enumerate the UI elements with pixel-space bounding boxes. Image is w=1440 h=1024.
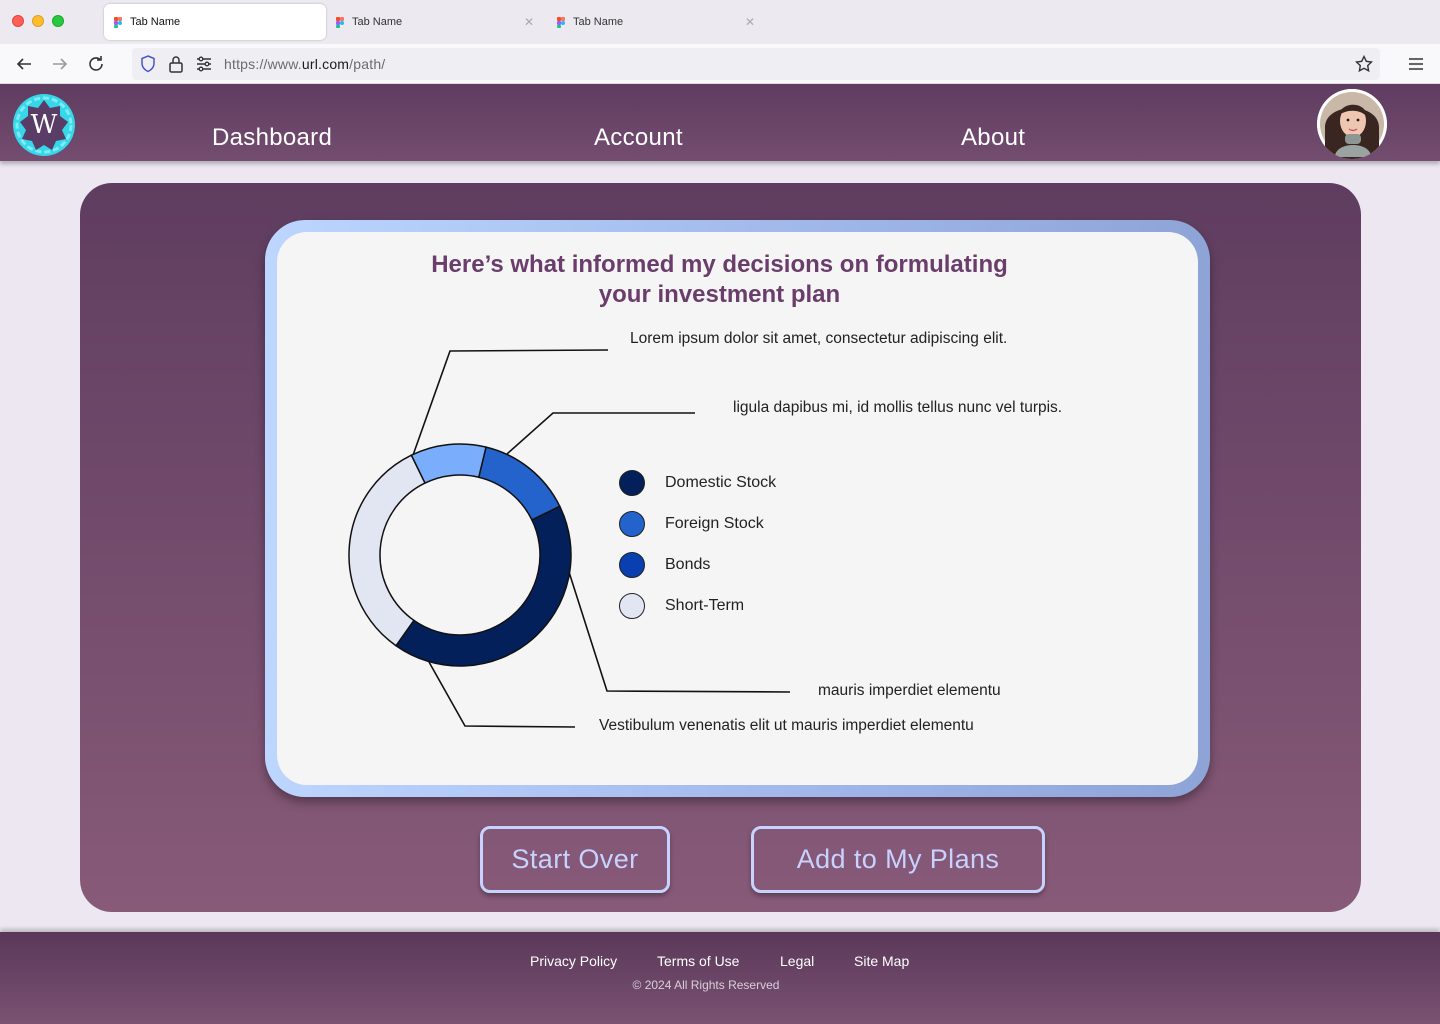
legend-item: Domestic Stock <box>619 470 776 496</box>
window-minimize-button[interactable] <box>32 15 44 27</box>
legend-swatch <box>619 552 645 578</box>
site-settings-icon[interactable] <box>194 54 214 74</box>
leader-line <box>428 661 576 728</box>
legend-label: Bonds <box>665 556 711 573</box>
legend-item: Bonds <box>619 552 710 578</box>
legend-label: Domestic Stock <box>665 474 777 491</box>
leader-line <box>568 571 791 693</box>
chart-card: Here’s what informed my decisions on for… <box>277 232 1198 785</box>
chart-card-frame: Here’s what informed my decisions on for… <box>265 220 1210 797</box>
app-header: W Dashboard Account About <box>0 84 1440 161</box>
window-zoom-button[interactable] <box>52 15 64 27</box>
menu-icon[interactable] <box>1406 54 1426 74</box>
legend-swatch <box>619 593 645 619</box>
reload-icon[interactable] <box>86 54 106 74</box>
footer-link-legal[interactable]: Legal <box>780 953 814 969</box>
forward-arrow-icon[interactable] <box>50 54 70 74</box>
donut-segment-short-term <box>348 454 426 647</box>
window-close-button[interactable] <box>12 15 24 27</box>
leader-line <box>411 349 609 459</box>
browser-tab-bar: Tab Name Tab Name ✕ Tab Name ✕ <box>0 0 1440 44</box>
shield-icon[interactable] <box>138 54 158 74</box>
legend-item: Foreign Stock <box>619 511 764 537</box>
figma-icon <box>557 16 565 28</box>
callout-text: ligula dapibus mi, id mollis tellus nunc… <box>733 399 1063 416</box>
callout-text: Vestibulum venenatis elit ut mauris impe… <box>599 717 974 734</box>
legend-label: Short-Term <box>665 597 745 614</box>
tab-label: Tab Name <box>352 16 403 28</box>
add-to-plans-button[interactable]: Add to My Plans <box>751 826 1045 893</box>
legend-label: Foreign Stock <box>665 515 764 532</box>
lock-icon[interactable] <box>166 54 186 74</box>
close-icon[interactable]: ✕ <box>745 15 755 29</box>
logo-letter: W <box>30 110 58 140</box>
copyright: © 2024 All Rights Reserved <box>632 978 780 992</box>
nav-dashboard[interactable]: Dashboard <box>212 124 332 152</box>
nav-about[interactable]: About <box>961 124 1025 152</box>
avatar[interactable] <box>1317 89 1387 159</box>
start-over-button[interactable]: Start Over <box>480 826 670 893</box>
figma-icon <box>336 16 344 28</box>
address-bar[interactable]: https://www.url.com/path/ <box>132 48 1380 80</box>
donut-segment-domestic-stock <box>394 505 572 667</box>
nav-account[interactable]: Account <box>594 124 683 152</box>
star-icon[interactable] <box>1354 54 1374 74</box>
legend-swatch <box>619 470 645 496</box>
figma-icon <box>114 16 122 28</box>
browser-toolbar: https://www.url.com/path/ <box>0 44 1440 84</box>
browser-tab-2[interactable]: Tab Name ✕ <box>326 4 546 40</box>
logo[interactable]: W <box>11 92 77 158</box>
donut-chart <box>348 349 791 728</box>
footer-link-sitemap[interactable]: Site Map <box>854 953 909 969</box>
legend-item: Short-Term <box>619 593 744 619</box>
footer-link-terms[interactable]: Terms of Use <box>657 953 739 969</box>
tab-label: Tab Name <box>130 16 181 28</box>
leader-line <box>506 412 695 455</box>
footer-link-privacy[interactable]: Privacy Policy <box>530 953 617 969</box>
url-text[interactable]: https://www.url.com/path/ <box>224 56 385 72</box>
main-panel: Here’s what informed my decisions on for… <box>80 183 1361 912</box>
user-portrait-icon <box>1317 89 1387 159</box>
callout-text: Lorem ipsum dolor sit amet, consectetur … <box>630 330 1008 347</box>
donut-segment-bonds <box>477 446 561 521</box>
browser-tab-3[interactable]: Tab Name ✕ <box>547 4 767 40</box>
back-arrow-icon[interactable] <box>14 54 34 74</box>
browser-tab-1[interactable]: Tab Name <box>104 4 326 40</box>
callout-text: mauris imperdiet elementu <box>818 682 1001 699</box>
footer: Privacy Policy Terms of Use Legal Site M… <box>0 932 1440 1024</box>
legend-swatch <box>619 511 645 537</box>
tab-label: Tab Name <box>573 16 624 28</box>
close-icon[interactable]: ✕ <box>524 15 534 29</box>
